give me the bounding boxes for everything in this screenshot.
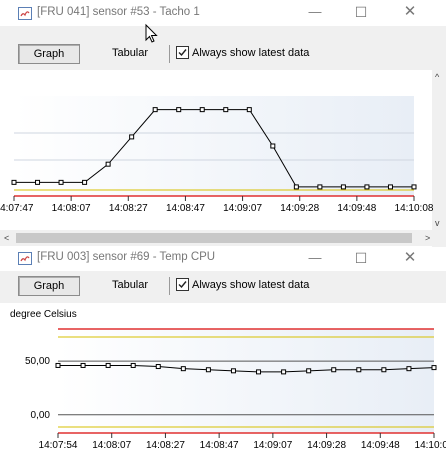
- data-point: [129, 134, 135, 140]
- toolbar-separator: [169, 277, 170, 295]
- tab-tabular[interactable]: Tabular: [100, 44, 160, 62]
- close-button[interactable]: ✕: [395, 2, 425, 22]
- x-tick-label: 14:10:08: [415, 440, 446, 451]
- data-point: [364, 184, 370, 190]
- java-app-icon: [18, 252, 32, 265]
- x-tick-label: 14:10:08: [395, 203, 434, 214]
- x-tick-label: 14:09:28: [280, 203, 319, 214]
- scroll-down-icon[interactable]: v: [435, 218, 440, 228]
- mouse-cursor-icon: [145, 23, 158, 43]
- y-tick-label: 0,00: [31, 410, 51, 421]
- x-tick-label: 14:08:47: [200, 440, 239, 451]
- tacho-chart: 14:07:47 14:08:07 14:08:27 14:08:47 14:09:07…: [0, 96, 434, 214]
- data-point: [80, 362, 86, 368]
- x-tick-label: 14:07:47: [0, 203, 34, 214]
- data-point: [230, 368, 236, 374]
- maximize-button[interactable]: ☐: [346, 2, 376, 22]
- window-title: [FRU 003] sensor #69 - Temp CPU: [37, 251, 216, 263]
- always-latest-checkbox[interactable]: [176, 278, 189, 291]
- data-point: [293, 184, 299, 190]
- x-tick-label: 14:08:27: [109, 203, 148, 214]
- data-point: [58, 179, 64, 185]
- data-point: [35, 179, 41, 185]
- data-point: [199, 107, 205, 113]
- data-point: [205, 367, 211, 373]
- data-point: [55, 362, 61, 368]
- data-point: [256, 369, 262, 375]
- data-point: [246, 107, 252, 113]
- data-point: [270, 143, 276, 149]
- graph-panel: degree Celsius 50,00 0,00 14:07:54 14:08:07…: [0, 303, 446, 470]
- close-button[interactable]: ✕: [395, 248, 425, 268]
- scroll-thumb[interactable]: [16, 233, 412, 243]
- tab-tabular[interactable]: Tabular: [100, 276, 160, 294]
- data-point: [306, 368, 312, 374]
- always-latest-checkbox[interactable]: [176, 46, 189, 59]
- toolbar-separator: [169, 45, 170, 63]
- scroll-left-icon[interactable]: <: [4, 233, 9, 243]
- data-point: [152, 107, 158, 113]
- data-point: [105, 362, 111, 368]
- x-tick-label: 14:08:47: [166, 203, 205, 214]
- data-point: [130, 362, 136, 368]
- data-point: [381, 367, 387, 373]
- plot-background: [58, 329, 434, 433]
- x-tick-label: 14:09:48: [361, 440, 400, 451]
- data-point: [105, 161, 111, 167]
- vertical-scrollbar[interactable]: ^ v: [433, 70, 446, 230]
- title-bar[interactable]: [FRU 003] sensor #69 - Temp CPU — ☐ ✕: [0, 247, 446, 271]
- x-tick-label: 14:09:07: [223, 203, 262, 214]
- x-tick-label: 14:09:28: [307, 440, 346, 451]
- sensor-window-tacho: [FRU 041] sensor #53 - Tacho 1 — ☐ ✕ Gra…: [0, 0, 446, 247]
- data-point: [11, 179, 17, 185]
- x-tick-label: 14:09:48: [337, 203, 376, 214]
- data-point: [340, 184, 346, 190]
- data-point: [82, 179, 88, 185]
- horizontal-scrollbar[interactable]: < >: [0, 230, 446, 246]
- data-point: [331, 367, 337, 373]
- view-toolbar: Graph Tabular Always show latest data: [0, 40, 446, 66]
- data-point: [281, 369, 287, 375]
- y-tick-label: 50,00: [25, 356, 50, 367]
- temp-cpu-chart: 50,00 0,00 14:07:54 14:08:07 14:08:27 14:08:4…: [25, 328, 446, 451]
- data-point: [387, 184, 393, 190]
- x-tick-label: 14:09:07: [253, 440, 292, 451]
- data-point: [431, 365, 437, 371]
- checkmark-icon: [178, 49, 187, 57]
- data-point: [176, 107, 182, 113]
- tab-graph[interactable]: Graph: [18, 276, 80, 296]
- always-latest-label: Always show latest data: [192, 279, 310, 291]
- view-toolbar: Graph Tabular Always show latest data: [0, 272, 446, 298]
- data-point: [411, 184, 417, 190]
- x-tick-label: 14:08:07: [92, 440, 131, 451]
- minimize-button[interactable]: —: [300, 2, 330, 22]
- x-tick-label: 14:07:54: [39, 440, 78, 451]
- data-point: [180, 366, 186, 372]
- checkmark-icon: [178, 281, 187, 289]
- plot-background: [14, 96, 414, 196]
- minimize-button[interactable]: —: [300, 248, 330, 268]
- data-point: [406, 366, 412, 372]
- java-app-icon: [18, 7, 32, 20]
- data-point: [223, 107, 229, 113]
- window-title: [FRU 041] sensor #53 - Tacho 1: [37, 6, 200, 18]
- data-point: [317, 184, 323, 190]
- x-tick-label: 14:08:27: [146, 440, 185, 451]
- data-point: [356, 367, 362, 373]
- graph-panel: 14:07:47 14:08:07 14:08:27 14:08:47 14:09:07…: [0, 70, 434, 247]
- scroll-up-icon[interactable]: ^: [435, 72, 439, 82]
- x-tick-label: 14:08:07: [52, 203, 91, 214]
- tab-graph[interactable]: Graph: [18, 44, 80, 64]
- scroll-right-icon[interactable]: >: [425, 233, 430, 243]
- title-bar[interactable]: [FRU 041] sensor #53 - Tacho 1 — ☐ ✕: [0, 0, 446, 26]
- data-point: [155, 364, 161, 370]
- maximize-button[interactable]: ☐: [346, 248, 376, 268]
- sensor-window-temp-cpu: [FRU 003] sensor #69 - Temp CPU — ☐ ✕ Gr…: [0, 247, 446, 470]
- always-latest-label: Always show latest data: [192, 47, 310, 59]
